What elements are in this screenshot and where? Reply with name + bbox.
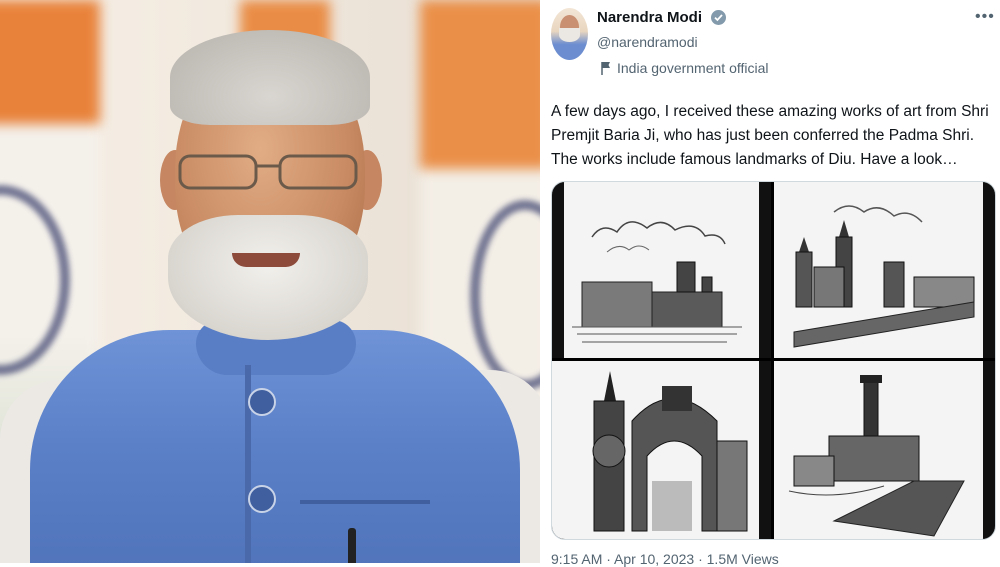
mouth — [232, 253, 300, 267]
avatar-beard — [559, 28, 580, 42]
pen — [348, 528, 356, 563]
artwork-church[interactable] — [774, 182, 995, 358]
author-name[interactable]: Narendra Modi — [597, 9, 702, 26]
profile-avatar[interactable] — [551, 8, 588, 60]
verified-badge-icon — [711, 10, 726, 25]
affiliation-text: India government official — [617, 60, 769, 76]
tweet-text: A few days ago, I received these amazing… — [551, 103, 989, 168]
jacket-pocket — [300, 500, 430, 504]
tweet-timestamp: 9:15 AM · Apr 10, 2023 · 1.5M Views — [551, 551, 779, 567]
more-icon[interactable]: ••• — [975, 8, 995, 26]
media-grid[interactable] — [551, 181, 996, 540]
hair — [170, 30, 370, 125]
jacket-button — [248, 485, 276, 513]
artwork-fort[interactable] — [552, 182, 771, 358]
affiliation-label: India government official — [600, 60, 769, 76]
glasses — [178, 154, 358, 190]
portrait-photo — [0, 0, 540, 563]
artwork-lighthouse[interactable] — [774, 361, 995, 539]
artwork-gateway[interactable] — [552, 361, 771, 539]
flag-icon — [601, 62, 610, 75]
jacket-button — [248, 388, 276, 416]
beard — [168, 215, 368, 340]
tweet-card: Narendra Modi @narendramodi India govern… — [540, 0, 1000, 567]
author-handle[interactable]: @narendramodi — [597, 34, 698, 50]
